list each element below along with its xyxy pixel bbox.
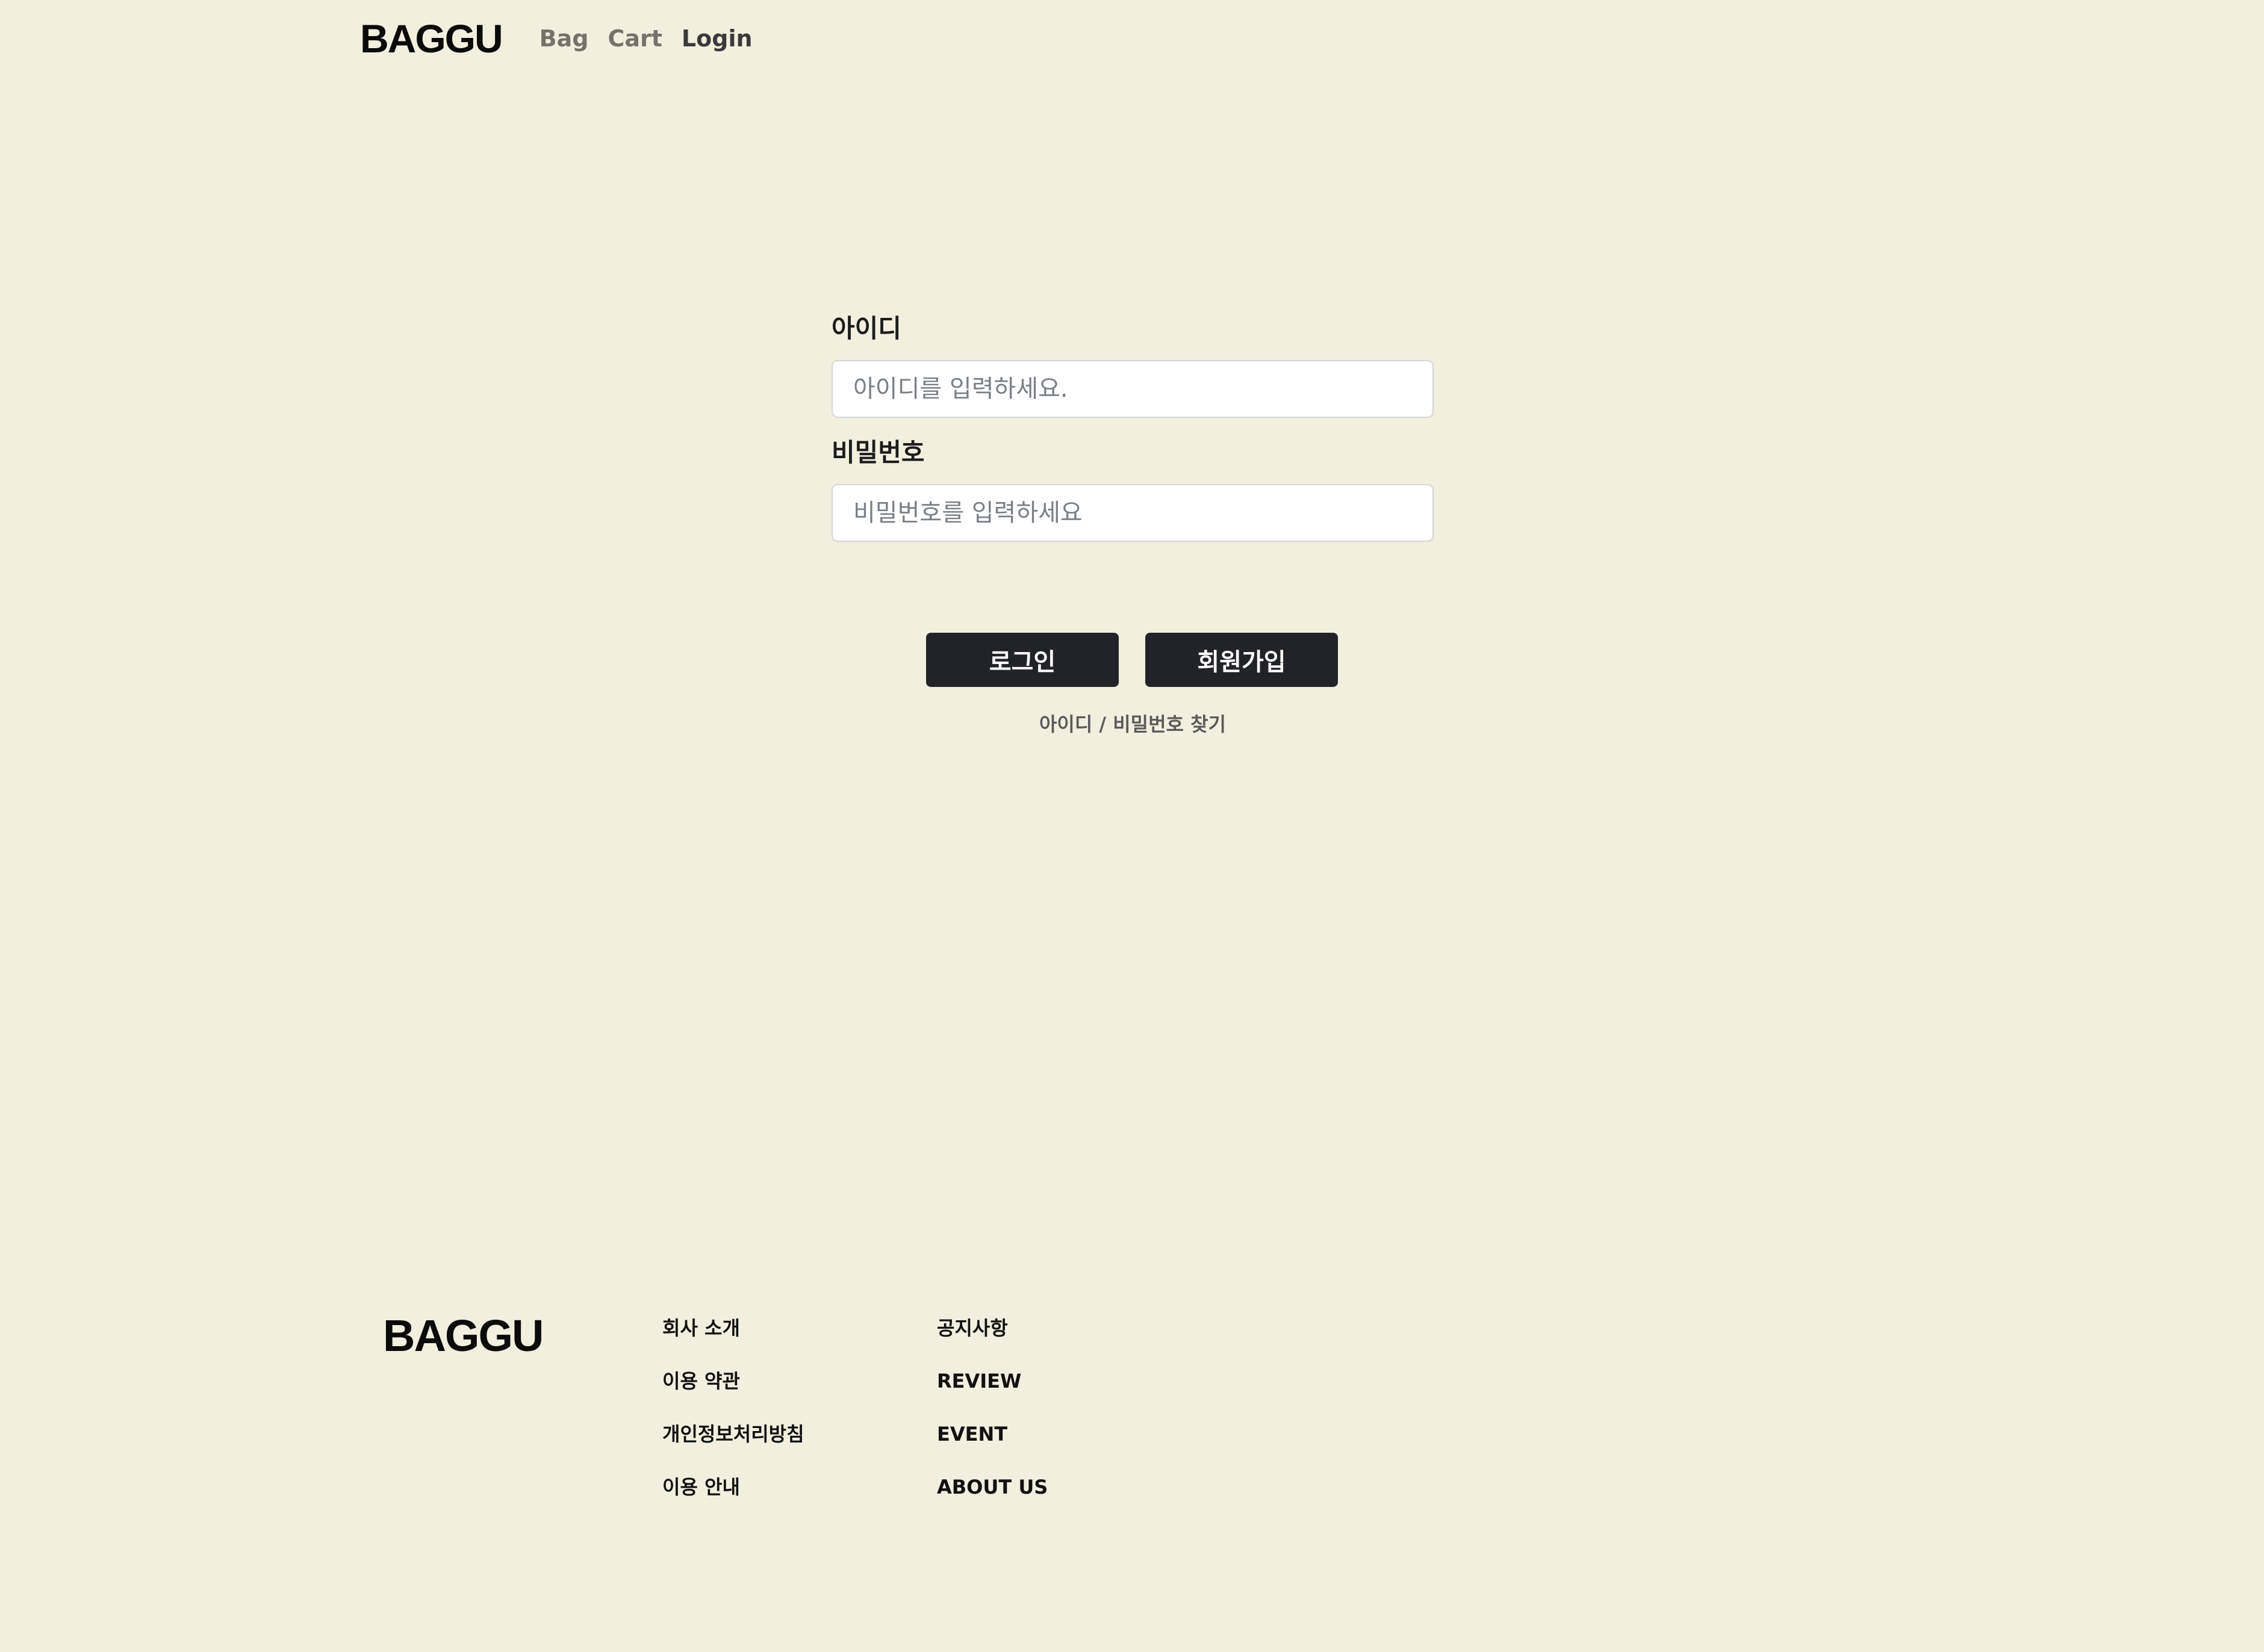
login-actions: 로그인 회원가입 xyxy=(926,633,1338,687)
id-label: 아이디 xyxy=(832,314,901,343)
nav-bag-link[interactable]: Bag xyxy=(540,25,589,52)
footer-link-about-us[interactable]: ABOUT US xyxy=(937,1473,1048,1526)
password-label: 비밀번호 xyxy=(832,438,925,467)
footer-link-about-company[interactable]: 회사 소개 xyxy=(662,1314,804,1367)
footer-links-community: 공지사항 REVIEW EVENT ABOUT US xyxy=(937,1314,1048,1526)
site-header: BAGGU Bag Cart Login xyxy=(360,13,772,64)
id-input[interactable] xyxy=(832,360,1434,418)
footer-link-notice[interactable]: 공지사항 xyxy=(937,1314,1048,1367)
footer-link-guide[interactable]: 이용 안내 xyxy=(662,1473,804,1526)
nav-login-link[interactable]: Login xyxy=(682,25,753,52)
footer-link-privacy[interactable]: 개인정보처리방침 xyxy=(662,1420,804,1473)
signup-button[interactable]: 회원가입 xyxy=(1145,633,1338,687)
find-id-password-link[interactable]: 아이디 / 비밀번호 찾기 xyxy=(832,709,1434,737)
password-input[interactable] xyxy=(832,484,1434,542)
footer-link-review[interactable]: REVIEW xyxy=(937,1367,1048,1420)
brand-logo[interactable]: BAGGU xyxy=(360,16,503,61)
login-form: 아이디 비밀번호 xyxy=(832,311,1434,542)
main-nav: Bag Cart Login xyxy=(540,25,772,52)
footer-link-event[interactable]: EVENT xyxy=(937,1420,1048,1473)
login-button[interactable]: 로그인 xyxy=(926,633,1119,687)
nav-cart-link[interactable]: Cart xyxy=(608,25,662,52)
footer-link-terms[interactable]: 이용 약관 xyxy=(662,1367,804,1420)
footer-links-company: 회사 소개 이용 약관 개인정보처리방침 이용 안내 xyxy=(662,1314,804,1526)
footer-brand-logo: BAGGU xyxy=(383,1311,544,1361)
